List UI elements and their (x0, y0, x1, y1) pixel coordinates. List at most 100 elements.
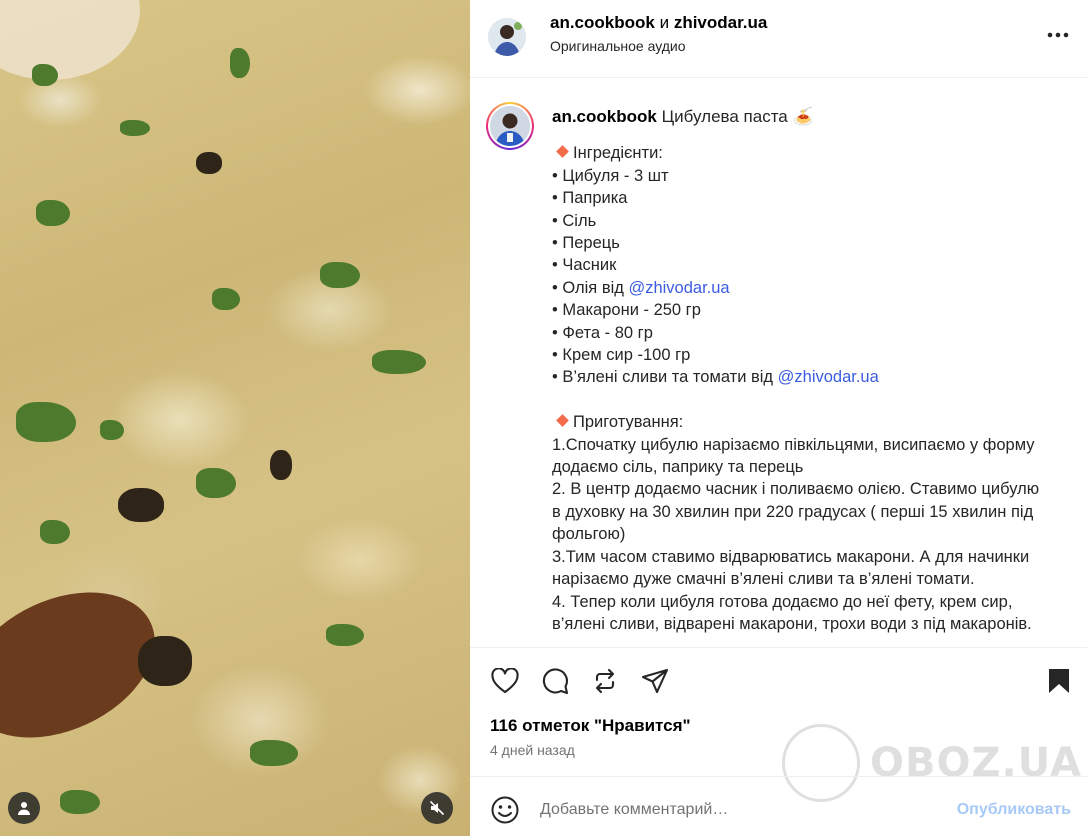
herb-speck (120, 120, 150, 136)
plum-piece (270, 450, 292, 480)
caption-avatar-photo (490, 106, 530, 146)
plum-piece (118, 488, 164, 522)
ingredient-line: • Цибуля - 3 шт (552, 165, 1072, 187)
ingredient-line: • Перець (552, 232, 1072, 254)
step-line: в духовку на 30 хвилин при 220 градусах … (552, 502, 1034, 521)
emoji-icon[interactable] (490, 795, 520, 825)
mute-button[interactable] (421, 792, 453, 824)
ingredient-text: • Часник (552, 256, 617, 275)
user-icon (18, 802, 30, 815)
ingredient-text: • Цибуля - 3 шт (552, 166, 669, 185)
comment-bar: Добавьте комментарий… Опубликовать (470, 776, 1087, 836)
ingredient-text: • Макарони - 250 гр (552, 301, 701, 320)
ingredients-heading: Інгредієнти: (552, 142, 1072, 164)
author-username-2[interactable]: zhivodar.ua (674, 13, 768, 32)
ingredient-text: • Крем сир -100 гр (552, 346, 691, 365)
caption-text: an.cookbook Цибулева паста 🍝 Інгредієнти… (552, 106, 1072, 635)
post-date[interactable]: 4 дней назад (490, 742, 575, 758)
ingredient-line: • Фета - 80 гр (552, 322, 1072, 344)
bookmark-icon (1049, 669, 1069, 693)
herb-speck (326, 624, 364, 646)
ingredients-list: • Цибуля - 3 шт • Паприка • Сіль • Перець • … (552, 165, 1072, 389)
herb-speck (372, 350, 426, 374)
herb-speck (212, 288, 240, 310)
step-line: фольгою) (552, 525, 626, 544)
ingredient-line: • В’ялені сливи та томати від @zhivodar.… (552, 366, 1072, 388)
caption-title-line: an.cookbook Цибулева паста 🍝 (552, 106, 1072, 128)
steps-heading: Приготування: (552, 411, 1072, 433)
herb-speck (100, 420, 124, 440)
step-line: додаємо сіль, паприку та перець (552, 458, 804, 477)
save-button[interactable] (1044, 666, 1074, 696)
post-header: an.cookbook и zhivodar.ua Оригинальное а… (470, 0, 1087, 78)
ingredient-line: • Макарони - 250 гр (552, 299, 1072, 321)
muted-speaker-icon (429, 800, 445, 816)
plum-piece (138, 636, 192, 686)
ingredient-line: • Часник (552, 254, 1072, 276)
author-avatar[interactable] (488, 18, 526, 56)
plum-piece (196, 152, 222, 174)
audio-link[interactable]: Оригинальное аудио (550, 38, 686, 54)
post-authors: an.cookbook и zhivodar.ua (550, 13, 767, 33)
step-line: 2. В центр додаємо часник і поливаємо ол… (552, 480, 1040, 499)
caption-title: Цибулева паста 🍝 (661, 107, 814, 126)
caption-avatar[interactable] (486, 102, 534, 150)
ingredient-line: • Паприка (552, 187, 1072, 209)
author-username-1[interactable]: an.cookbook (550, 13, 655, 32)
herb-speck (36, 200, 70, 226)
ingredient-text: • Перець (552, 234, 620, 253)
authors-joiner: и (659, 13, 670, 32)
step-line: нарізаємо дуже смачні в’ялені сливи та в… (552, 570, 975, 589)
ingredient-line: • Олія від @zhivodar.ua (552, 277, 1072, 299)
herb-speck (32, 64, 58, 86)
step-line: в’ялені сливи, відварені макарони, трохи… (552, 614, 1032, 633)
steps-heading-text: Приготування: (573, 413, 684, 432)
herb-speck (230, 48, 250, 78)
caption-username[interactable]: an.cookbook (552, 107, 657, 126)
post-comment-button[interactable]: Опубликовать (957, 801, 1071, 819)
mention-link[interactable]: @zhivodar.ua (778, 368, 879, 386)
ingredient-text: • Паприка (552, 189, 628, 208)
tagged-users-button[interactable] (8, 792, 40, 824)
action-bar (470, 647, 1087, 709)
caption-scroll-area[interactable]: an.cookbook Цибулева паста 🍝 Інгредієнти… (470, 78, 1087, 647)
repost-button[interactable] (590, 666, 620, 696)
ingredient-text: • Олія від (552, 278, 629, 297)
step-line: 1.Спочатку цибулю нарізаємо півкільцями,… (552, 435, 1035, 454)
like-button[interactable] (490, 666, 520, 696)
comment-icon (542, 668, 569, 695)
herb-speck (196, 468, 236, 498)
ingredient-text: • В’ялені сливи та томати від (552, 368, 778, 387)
comment-button[interactable] (540, 666, 570, 696)
mention-link[interactable]: @zhivodar.ua (628, 279, 729, 297)
step-line: 3.Тим часом ставимо відварюватись макаро… (552, 547, 1030, 566)
herb-speck (16, 402, 76, 442)
comment-input[interactable]: Добавьте комментарий… (540, 801, 728, 819)
ingredient-text: • Фета - 80 гр (552, 323, 653, 342)
ingredients-heading-text: Інгредієнти: (573, 144, 663, 163)
repost-icon (595, 668, 615, 694)
ingredient-line: • Сіль (552, 210, 1072, 232)
orange-diamond-icon (556, 145, 569, 159)
heart-icon (491, 668, 519, 694)
ingredient-text: • Сіль (552, 211, 597, 230)
send-icon (641, 668, 669, 694)
share-button[interactable] (640, 666, 670, 696)
likes-count[interactable]: 116 отметок "Нравится" (490, 716, 691, 736)
avatar-photo (490, 106, 530, 146)
herb-speck (60, 790, 100, 814)
dish-rim (0, 0, 140, 80)
more-options-button[interactable] (1045, 22, 1071, 48)
post-detail-panel: an.cookbook и zhivodar.ua Оригинальное а… (470, 0, 1087, 836)
herb-speck (250, 740, 298, 766)
post-media-video[interactable] (0, 0, 470, 836)
herb-speck (320, 262, 360, 288)
more-icon (1047, 32, 1069, 38)
steps-list: 1.Спочатку цибулю нарізаємо півкільцями,… (552, 434, 1072, 636)
step-line: 4. Тепер коли цибуля готова додаємо до н… (552, 592, 1013, 611)
avatar-ring-gap (488, 104, 532, 148)
orange-diamond-icon (556, 414, 569, 428)
ingredient-line: • Крем сир -100 гр (552, 344, 1072, 366)
avatar-photo (488, 18, 526, 56)
herb-speck (40, 520, 70, 544)
